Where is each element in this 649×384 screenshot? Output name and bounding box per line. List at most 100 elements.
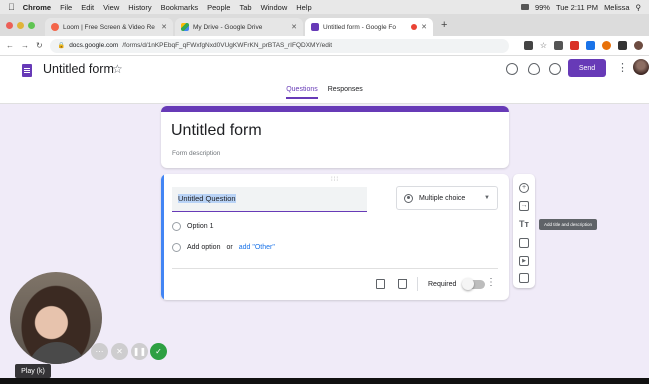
- radio-circle-icon: [172, 243, 181, 252]
- extension-icon[interactable]: [570, 41, 579, 50]
- more-vert-icon[interactable]: ⋮: [617, 61, 628, 74]
- finish-recording-icon[interactable]: ✓: [150, 343, 167, 360]
- add-other-link[interactable]: add "Other": [239, 244, 275, 251]
- url-host: docs.google.com: [69, 42, 119, 49]
- battery-percent: 99%: [534, 2, 550, 12]
- menu-help[interactable]: Help: [296, 3, 311, 12]
- url-path: /forms/d/1nKPEbqF_qFWxfgNxd0VUgKWFrKN_pr…: [122, 42, 333, 49]
- radio-button-icon: [404, 193, 413, 203]
- tab-label: My Drive - Google Drive: [193, 23, 263, 31]
- form-description-field[interactable]: Form description: [172, 150, 220, 157]
- tooltip-add-title: Add title and description: [539, 219, 597, 230]
- send-button[interactable]: Send: [568, 59, 606, 77]
- menu-edit[interactable]: Edit: [81, 3, 94, 12]
- drag-handle-icon[interactable]: ⁞⁞⁞: [331, 177, 339, 183]
- required-toggle[interactable]: [462, 278, 485, 290]
- menu-history[interactable]: History: [128, 3, 151, 12]
- more-vert-icon[interactable]: ⋮: [486, 277, 496, 288]
- delete-trash-icon[interactable]: [398, 279, 407, 289]
- webcam-person: [28, 342, 86, 364]
- tab-label: Loom | Free Screen & Video Re: [63, 23, 155, 31]
- menu-people[interactable]: People: [207, 3, 230, 12]
- drive-favicon-icon: [181, 23, 189, 31]
- extension-icon[interactable]: [618, 41, 627, 50]
- mac-menubar:  Chrome File Edit View History Bookmark…: [0, 0, 649, 14]
- document-title[interactable]: Untitled form: [43, 62, 114, 76]
- menu-bookmarks[interactable]: Bookmarks: [161, 3, 199, 12]
- browser-tab-strip: Loom | Free Screen & Video Re ✕ My Drive…: [0, 14, 649, 36]
- spotlight-search-icon[interactable]: ⚲: [636, 3, 642, 12]
- add-option-row: Add option or add "Other": [172, 243, 275, 252]
- form-title[interactable]: Untitled form: [171, 122, 262, 140]
- address-bar[interactable]: 🔒 docs.google.com/forms/d/1nKPEbqF_qFWxf…: [49, 38, 509, 53]
- settings-gear-icon[interactable]: [549, 63, 561, 75]
- browser-toolbar: ← → ↻ 🔒 docs.google.com/forms/d/1nKPEbqF…: [0, 36, 649, 56]
- question-type-label: Multiple choice: [419, 194, 466, 202]
- menu-window[interactable]: Window: [261, 3, 288, 12]
- active-question-accent: [161, 174, 164, 300]
- extension-icon[interactable]: [602, 41, 611, 50]
- new-tab-button[interactable]: +: [441, 19, 447, 31]
- add-image-icon[interactable]: [519, 238, 529, 248]
- tab-loom[interactable]: Loom | Free Screen & Video Re ✕: [45, 18, 173, 36]
- form-title-card: Untitled form Form description: [161, 106, 509, 168]
- form-tabs: Questions Responses: [0, 86, 649, 99]
- recording-dot-icon: [411, 24, 418, 30]
- extension-icon[interactable]: [586, 41, 595, 50]
- add-video-icon[interactable]: ▶: [519, 256, 529, 266]
- radio-circle-icon: [172, 222, 181, 231]
- key-icon[interactable]: [523, 41, 533, 50]
- option-row[interactable]: Option 1: [172, 222, 213, 231]
- webcam-bubble[interactable]: [10, 272, 102, 364]
- question-card[interactable]: ⁞⁞⁞ Untitled Question Multiple choice ▼ …: [161, 174, 509, 300]
- clock[interactable]: Tue 2:11 PM: [556, 3, 598, 12]
- star-icon[interactable]: ☆: [112, 62, 123, 76]
- menu-app-chrome[interactable]: Chrome: [23, 3, 51, 12]
- bookmark-star-icon[interactable]: ☆: [540, 41, 547, 50]
- required-label: Required: [428, 281, 457, 288]
- forward-icon[interactable]: →: [21, 41, 29, 50]
- profile-avatar-icon[interactable]: [634, 41, 643, 50]
- extension-icon[interactable]: [554, 41, 563, 50]
- or-text: or: [226, 244, 233, 251]
- pause-recording-icon[interactable]: ❚❚: [131, 343, 148, 360]
- close-tab-icon[interactable]: ✕: [421, 23, 427, 31]
- side-toolbar: + → Tт ▶: [513, 174, 535, 288]
- more-options-icon[interactable]: ⋯: [91, 343, 108, 360]
- divider: [172, 268, 498, 269]
- palette-icon[interactable]: [506, 63, 518, 75]
- tab-questions[interactable]: Questions: [286, 86, 318, 99]
- user-name[interactable]: Melissa: [604, 3, 629, 12]
- add-section-icon[interactable]: [519, 273, 529, 283]
- reload-icon[interactable]: ↻: [36, 41, 43, 50]
- wifi-icon[interactable]: [520, 4, 529, 10]
- play-tooltip: Play (k): [15, 364, 51, 378]
- option-label[interactable]: Option 1: [187, 223, 213, 230]
- forms-logo-icon[interactable]: [22, 64, 32, 77]
- minimize-window-button[interactable]: [17, 21, 24, 29]
- question-title-input[interactable]: Untitled Question: [172, 187, 367, 212]
- import-questions-icon[interactable]: →: [519, 201, 529, 211]
- back-icon[interactable]: ←: [6, 41, 14, 50]
- close-tab-icon[interactable]: ✕: [291, 23, 297, 31]
- menu-file[interactable]: File: [60, 3, 72, 12]
- add-question-icon[interactable]: +: [519, 183, 529, 193]
- question-type-dropdown[interactable]: Multiple choice ▼: [396, 186, 498, 210]
- apple-icon[interactable]: : [8, 2, 15, 12]
- menu-tab[interactable]: Tab: [239, 3, 251, 12]
- video-progress-strip[interactable]: [0, 378, 649, 384]
- close-window-button[interactable]: [6, 21, 13, 29]
- preview-eye-icon[interactable]: [528, 63, 540, 75]
- tab-google-drive[interactable]: My Drive - Google Drive ✕: [175, 18, 303, 36]
- close-tab-icon[interactable]: ✕: [161, 23, 167, 31]
- account-avatar[interactable]: [633, 59, 649, 75]
- tab-untitled-form[interactable]: Untitled form - Google Fo ✕: [305, 18, 433, 36]
- tab-responses[interactable]: Responses: [328, 86, 363, 99]
- duplicate-icon[interactable]: [376, 279, 385, 289]
- add-title-icon[interactable]: Tт: [519, 220, 529, 230]
- cancel-recording-icon[interactable]: ✕: [111, 343, 128, 360]
- add-option-link[interactable]: Add option: [187, 244, 220, 251]
- loom-favicon-icon: [51, 23, 59, 31]
- menu-view[interactable]: View: [103, 3, 119, 12]
- fullscreen-window-button[interactable]: [28, 21, 35, 29]
